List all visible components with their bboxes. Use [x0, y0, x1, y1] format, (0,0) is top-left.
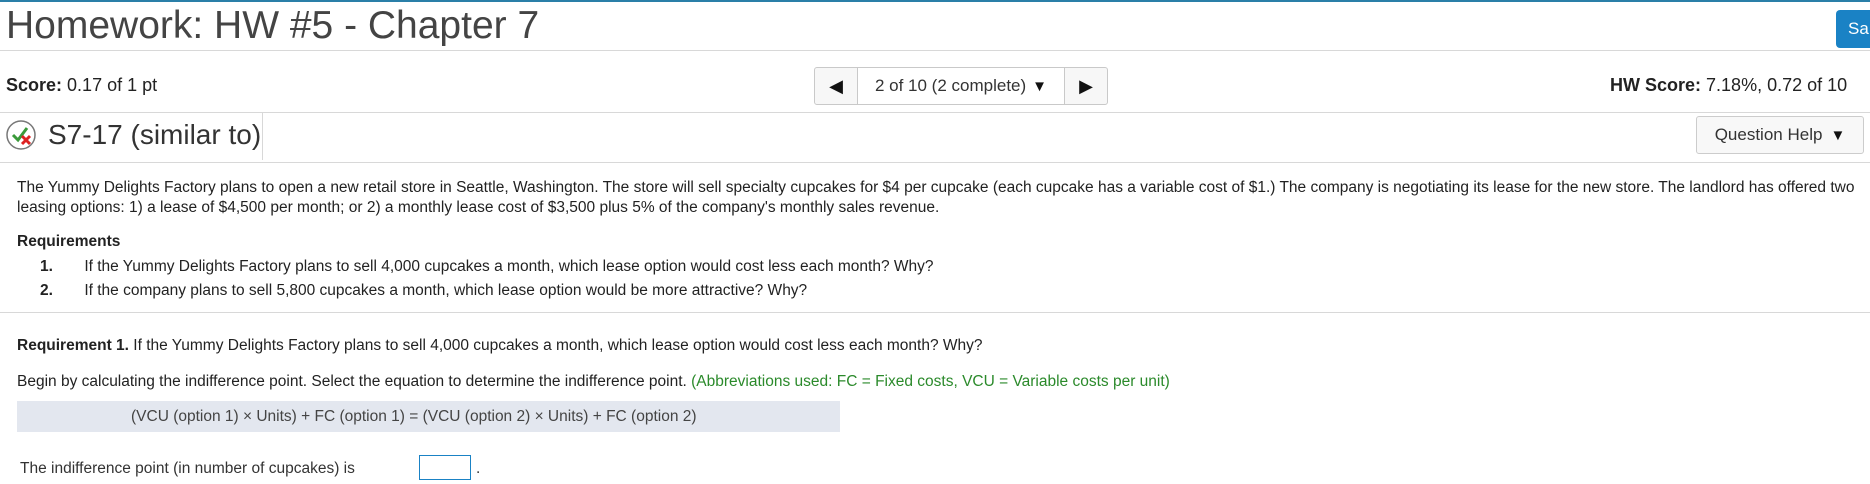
equation-option[interactable]: (VCU (option 1) × Units) + FC (option 1)… [17, 401, 840, 432]
previous-question-button[interactable]: ◀ [815, 68, 858, 104]
requirement-1-text: If the Yummy Delights Factory plans to s… [128, 337, 983, 354]
requirement-1-label: Requirement 1. [17, 337, 129, 354]
requirement-item: 2. If the company plans to sell 5,800 cu… [40, 282, 807, 300]
divider [0, 162, 1870, 163]
requirement-number: 1. [40, 258, 53, 275]
question-help-button[interactable]: Question Help ▼ [1696, 116, 1864, 154]
requirement-text: If the company plans to sell 5,800 cupca… [84, 282, 808, 299]
top-accent-line [0, 0, 1870, 2]
instruction: Begin by calculating the indifference po… [17, 373, 692, 390]
requirement-number: 2. [40, 282, 53, 299]
indifference-point-input[interactable] [419, 455, 471, 480]
score: Score: 0.17 of 1 pt [6, 75, 157, 96]
triangle-left-icon: ◀ [829, 75, 843, 96]
triangle-down-icon: ▼ [1032, 77, 1048, 95]
hw-score-value: 7.18%, 0.72 of 10 [1706, 75, 1848, 95]
question-id: S7-17 (similar to) [48, 119, 262, 150]
score-value: 0.17 of 1 pt [67, 75, 158, 95]
divider [0, 112, 1870, 113]
page-title: Homework: HW #5 - Chapter 7 [6, 4, 540, 47]
requirement-item: 1. If the Yummy Delights Factory plans t… [40, 258, 934, 276]
indifference-label: The indifference point (in number of cup… [20, 460, 355, 477]
question-navigator: ◀ 2 of 10 (2 complete) ▼ ▶ [814, 67, 1108, 105]
triangle-down-icon: ▼ [1830, 126, 1846, 144]
question-help-label: Question Help [1714, 125, 1823, 144]
abbreviations-note: (Abbreviations used: FC = Fixed costs, V… [691, 373, 1170, 390]
save-button[interactable]: Sa [1836, 10, 1870, 48]
period: . [476, 460, 481, 477]
hw-score-label: HW Score: [1610, 75, 1702, 95]
requirements-heading: Requirements [17, 233, 121, 250]
divider [262, 112, 263, 160]
score-label: Score: [6, 75, 63, 95]
question-position: 2 of 10 (2 complete) [874, 76, 1027, 95]
next-question-button[interactable]: ▶ [1064, 68, 1107, 104]
divider [0, 312, 1870, 313]
instruction-text: Begin by calculating the indifference po… [17, 373, 1170, 391]
requirement-text: If the Yummy Delights Factory plans to s… [84, 258, 934, 275]
divider [0, 50, 1870, 51]
partial-credit-icon [6, 120, 36, 150]
requirement-1-prompt: Requirement 1. If the Yummy Delights Fac… [17, 337, 983, 355]
question-select-dropdown[interactable]: 2 of 10 (2 complete) ▼ [858, 68, 1064, 104]
triangle-right-icon: ▶ [1079, 75, 1093, 96]
hw-score: HW Score: 7.18%, 0.72 of 10 [1610, 75, 1847, 96]
question-intro: The Yummy Delights Factory plans to open… [17, 179, 1855, 216]
